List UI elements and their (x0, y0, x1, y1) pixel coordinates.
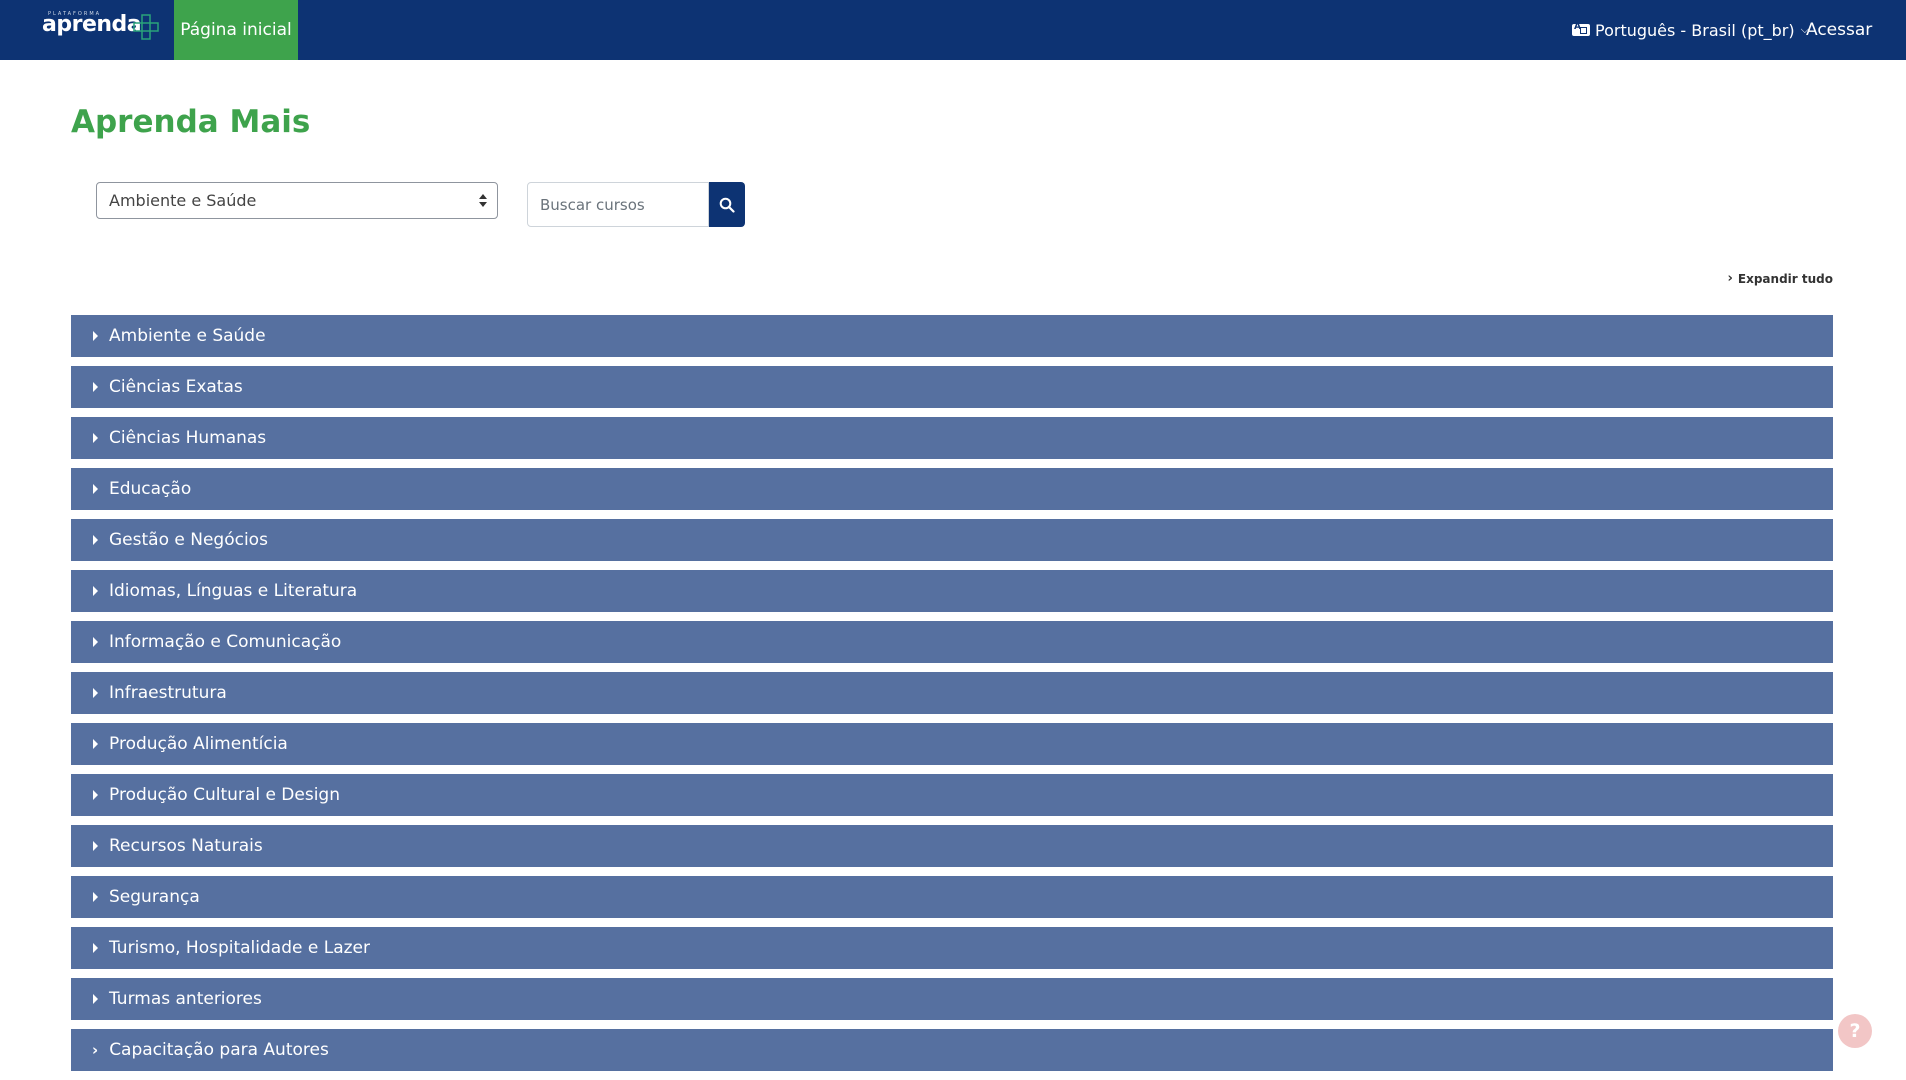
category-row[interactable]: Ciências Exatas (71, 366, 1833, 408)
caret-right-icon (93, 637, 98, 647)
caret-right-icon (93, 331, 98, 341)
category-row[interactable]: Informação e Comunicação (71, 621, 1833, 663)
category-label: Infraestrutura (109, 683, 227, 703)
category-label: Ambiente e Saúde (109, 326, 266, 346)
category-row[interactable]: Turmas anteriores (71, 978, 1833, 1020)
language-label: Português - Brasil (pt_br) (1595, 20, 1795, 40)
chevron-right-icon: › (92, 1041, 99, 1059)
category-row[interactable]: Gestão e Negócios (71, 519, 1833, 561)
category-row[interactable]: Idiomas, Línguas e Literatura (71, 570, 1833, 612)
category-label: Turismo, Hospitalidade e Lazer (109, 938, 370, 958)
category-label: Informação e Comunicação (109, 632, 342, 652)
category-row[interactable]: Turismo, Hospitalidade e Lazer (71, 927, 1833, 969)
logo-brand-text: aprenda (42, 12, 142, 37)
category-label: Gestão e Negócios (109, 530, 268, 550)
caret-right-icon (93, 790, 98, 800)
select-arrows-icon (479, 194, 487, 208)
category-label: Idiomas, Línguas e Literatura (109, 581, 358, 601)
category-label: Turmas anteriores (109, 989, 262, 1009)
category-row[interactable]: Ambiente e Saúde (71, 315, 1833, 357)
expand-all-label: Expandir tudo (1737, 271, 1833, 286)
category-row[interactable]: Produção Cultural e Design (71, 774, 1833, 816)
caret-right-icon (93, 739, 98, 749)
language-menu[interactable]: Português - Brasil (pt_br) ⌵ (1572, 0, 1809, 60)
category-label: Capacitação para Autores (109, 1040, 329, 1060)
help-button[interactable]: ? (1838, 1014, 1872, 1048)
category-label: Segurança (109, 887, 200, 907)
top-navbar: PLATAFORMA aprenda Página inicial Portug… (0, 0, 1906, 60)
site-logo[interactable]: PLATAFORMA aprenda (40, 11, 160, 51)
category-label: Produção Alimentícia (109, 734, 288, 754)
caret-right-icon (93, 892, 98, 902)
category-select[interactable]: Ambiente e Saúde (96, 182, 498, 219)
search-courses-input[interactable] (527, 182, 709, 227)
login-link[interactable]: Acessar (1806, 0, 1872, 60)
caret-right-icon (93, 994, 98, 1004)
category-row[interactable]: Recursos Naturais (71, 825, 1833, 867)
expand-all-link[interactable]: › Expandir tudo (1728, 271, 1833, 286)
category-label: Produção Cultural e Design (109, 785, 341, 805)
caret-right-icon (93, 484, 98, 494)
caret-right-icon (93, 382, 98, 392)
category-row[interactable]: › Capacitação para Autores (71, 1029, 1833, 1071)
category-label: Ciências Humanas (109, 428, 267, 448)
category-row[interactable]: Segurança (71, 876, 1833, 918)
category-label: Ciências Exatas (109, 377, 243, 397)
category-row[interactable]: Produção Alimentícia (71, 723, 1833, 765)
category-label: Educação (109, 479, 192, 499)
search-button[interactable] (709, 182, 745, 227)
category-label: Recursos Naturais (109, 836, 263, 856)
caret-right-icon (93, 841, 98, 851)
category-list: Ambiente e Saúde Ciências Exatas Ciência… (71, 315, 1833, 1080)
category-row[interactable]: Infraestrutura (71, 672, 1833, 714)
category-row[interactable]: Educação (71, 468, 1833, 510)
chevron-right-icon: › (1727, 271, 1733, 286)
caret-right-icon (93, 943, 98, 953)
caret-right-icon (93, 433, 98, 443)
category-row[interactable]: Ciências Humanas (71, 417, 1833, 459)
logo-plus-icon (133, 14, 159, 40)
caret-right-icon (93, 535, 98, 545)
search-icon (719, 197, 735, 213)
language-icon (1572, 22, 1590, 36)
nav-home-link[interactable]: Página inicial (174, 0, 298, 60)
page-title: Aprenda Mais (71, 104, 311, 140)
caret-right-icon (93, 586, 98, 596)
category-select-value: Ambiente e Saúde (109, 191, 257, 210)
caret-right-icon (93, 688, 98, 698)
